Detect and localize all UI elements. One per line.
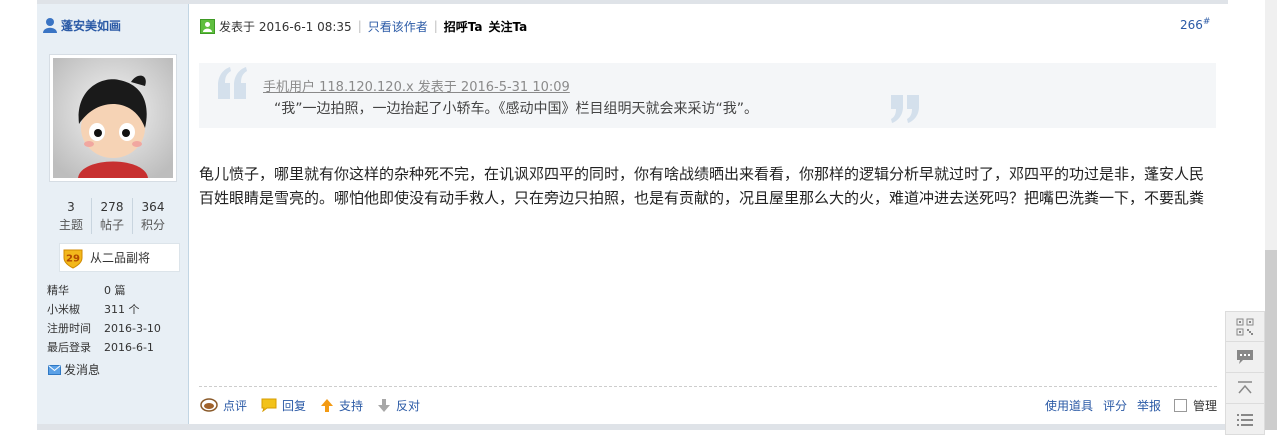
scrollbar-thumb[interactable] <box>1265 250 1277 430</box>
feedback-button[interactable] <box>1225 341 1265 373</box>
oppose-button[interactable]: 反对 <box>377 397 420 414</box>
online-status-icon <box>200 18 215 34</box>
author-name[interactable]: 蓬安美如画 <box>61 17 121 34</box>
info-key: 小米椒 <box>47 303 80 316</box>
stat-posts-value: 278 <box>100 200 124 214</box>
reply-label: 回复 <box>282 398 307 413</box>
support-label: 支持 <box>339 398 364 413</box>
manage-label: 管理 <box>1192 398 1217 413</box>
thumbs-down-arrow-icon <box>378 398 391 412</box>
stat-threads-label: 主题 <box>58 218 83 232</box>
comment-button[interactable]: 点评 <box>200 397 247 414</box>
arrow-up-icon <box>1238 381 1252 394</box>
quote-block: 手机用户 118.120.120.x 发表于 2016-5-31 10:09 “… <box>199 63 1216 128</box>
info-key: 注册时间 <box>47 322 91 335</box>
stat-posts-label: 帖子 <box>99 218 124 232</box>
info-row: 精华 0 篇 <box>47 281 161 300</box>
reply-icon <box>261 398 277 412</box>
follow-link[interactable]: 关注Ta <box>489 18 528 35</box>
info-value: 2016-6-1 <box>104 341 154 354</box>
info-value: 0 篇 <box>104 284 126 297</box>
quote-text: “我”一边拍照，一边抬起了小轿车。《感动中国》栏目组明天就会来采访“我”。 <box>274 101 759 117</box>
close-quote-icon <box>891 95 919 123</box>
info-row: 最后登录 2016-6-1 <box>47 338 161 357</box>
author-line: 蓬安美如画 <box>42 16 121 34</box>
floor-number[interactable]: 266# <box>1180 17 1210 32</box>
rank-level: 29 <box>66 253 80 264</box>
comment-label: 点评 <box>223 398 248 413</box>
author-info-list: 精华 0 篇 小米椒 311 个 注册时间 2016-3-10 最后登录 201… <box>47 281 161 357</box>
floor-mark: # <box>1202 17 1211 27</box>
send-message-label: 发消息 <box>64 363 101 377</box>
manage-checkbox[interactable] <box>1173 398 1187 412</box>
rate-link[interactable]: 评分 <box>1103 397 1127 414</box>
back-to-top-button[interactable] <box>1225 372 1265 404</box>
support-button[interactable]: 支持 <box>320 397 363 414</box>
chat-bubble-icon <box>1237 350 1253 364</box>
only-author-link[interactable]: 只看该作者 <box>368 18 428 35</box>
avatar-frame <box>49 54 177 182</box>
author-stats: 3 主题 278 帖子 364 积分 <box>51 198 173 234</box>
comment-icon <box>200 398 218 412</box>
meta-divider: | <box>433 19 438 33</box>
meta-divider: | <box>357 19 362 33</box>
thumbs-up-arrow-icon <box>321 398 334 412</box>
post-tools: 使用道具 评分 举报 管理 <box>1035 395 1217 415</box>
info-key: 精华 <box>47 284 69 297</box>
info-key: 最后登录 <box>47 341 91 354</box>
stat-threads-value: 3 <box>67 200 75 214</box>
post-time: 发表于 2016-6-1 08:35 <box>219 19 352 34</box>
reply-button[interactable]: 回复 <box>261 397 306 414</box>
list-icon <box>1237 414 1253 426</box>
post-actions: 点评 回复 支持 反对 <box>200 395 434 415</box>
user-icon <box>43 18 57 33</box>
rank-shield-icon: 29 <box>63 249 83 269</box>
send-message-link[interactable]: 发消息 <box>48 361 100 378</box>
open-quote-icon <box>218 67 247 99</box>
divider <box>199 386 1217 387</box>
info-row: 注册时间 2016-3-10 <box>47 319 161 338</box>
bottom-border <box>37 424 1228 430</box>
stat-points-label: 积分 <box>140 218 165 232</box>
top-border <box>37 0 1228 4</box>
avatar[interactable] <box>53 58 173 178</box>
qrcode-button[interactable] <box>1225 311 1265 343</box>
stat-points-value: 364 <box>141 200 165 214</box>
list-button[interactable] <box>1225 403 1265 435</box>
use-tool-link[interactable]: 使用道具 <box>1045 397 1093 414</box>
post-content: 龟儿愤子，哪里就有你这样的杂种死不完，在讥讽邓四平的同时，你有啥战绩晒出来看看，… <box>199 165 1205 207</box>
rank-title: 从二品副将 <box>90 251 151 265</box>
oppose-label: 反对 <box>396 398 421 413</box>
stat-points[interactable]: 364 积分 <box>132 198 173 234</box>
info-value: 311 个 <box>104 303 140 316</box>
post-meta: 发表于 2016-6-1 08:35 | 只看该作者 | 招呼Ta 关注Ta <box>200 17 533 35</box>
report-link[interactable]: 举报 <box>1137 397 1161 414</box>
qrcode-icon <box>1236 318 1254 336</box>
stat-threads[interactable]: 3 主题 <box>51 198 91 234</box>
rank-badge[interactable]: 29 从二品副将 <box>59 243 180 272</box>
author-sidebar: 蓬安美如画 3 主题 278 帖子 364 积分 29 从二品副将 精华 0 篇… <box>37 4 189 424</box>
mail-icon <box>48 364 61 375</box>
floor-value: 266 <box>1180 18 1203 32</box>
info-row: 小米椒 311 个 <box>47 300 161 319</box>
stat-posts[interactable]: 278 帖子 <box>91 198 132 234</box>
greet-link[interactable]: 招呼Ta <box>444 18 483 35</box>
quote-source[interactable]: 手机用户 118.120.120.x 发表于 2016-5-31 10:09 <box>263 76 570 95</box>
info-value: 2016-3-10 <box>104 322 161 335</box>
